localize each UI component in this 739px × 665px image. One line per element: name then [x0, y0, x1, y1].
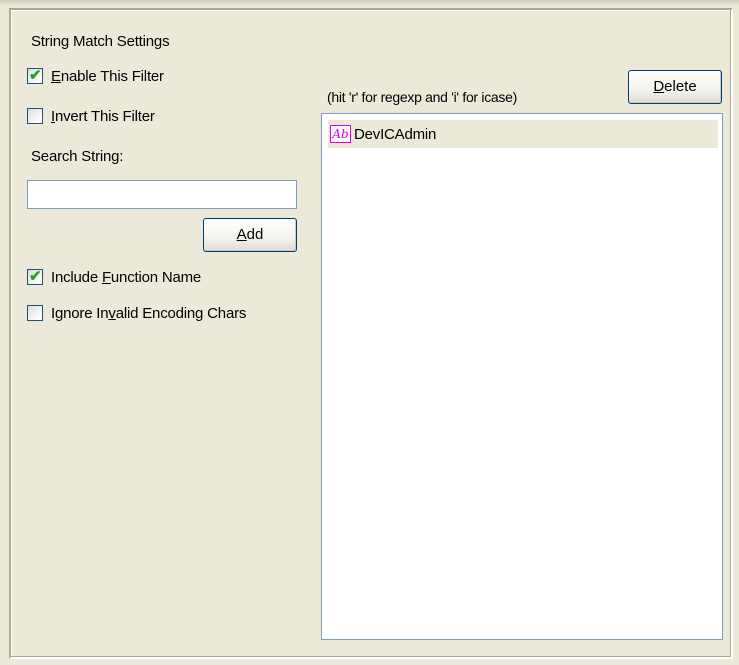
ignore-invalid-encoding-checkbox[interactable]: Ignore Invalid Encoding Chars: [27, 303, 246, 323]
include-function-name-check-box[interactable]: ✔: [27, 268, 43, 285]
group-title: String Match Settings: [31, 33, 170, 50]
list-item[interactable]: Ab DevICAdmin: [328, 120, 718, 148]
enable-filter-checkbox[interactable]: ✔ Enable This Filter: [27, 66, 164, 86]
include-function-name-checkbox[interactable]: ✔ Include Function Name: [27, 267, 201, 287]
enable-filter-label: Enable This Filter: [51, 67, 164, 85]
regexp-icase-hint: (hit 'r' for regexp and 'i' for icase): [327, 89, 517, 105]
list-item-label: DevICAdmin: [354, 125, 437, 143]
include-function-name-label: Include Function Name: [51, 268, 202, 286]
add-button[interactable]: Add: [203, 218, 297, 252]
ignore-invalid-encoding-check-box[interactable]: [27, 305, 43, 321]
check-mark-icon: ✔: [29, 67, 42, 84]
enable-filter-check-box[interactable]: ✔: [27, 67, 43, 84]
search-string-label: Search String:: [31, 148, 124, 165]
search-strings-list[interactable]: Ab DevICAdmin: [321, 113, 723, 640]
top-edge-shadow: [0, 0, 739, 6]
invert-filter-check-box[interactable]: [27, 108, 43, 124]
invert-filter-label: Invert This Filter: [51, 107, 155, 125]
delete-button[interactable]: Delete: [628, 70, 722, 104]
ignore-invalid-encoding-label: Ignore Invalid Encoding Chars: [51, 304, 247, 322]
invert-filter-checkbox[interactable]: Invert This Filter: [27, 106, 155, 126]
ab-text-icon: Ab: [330, 125, 351, 143]
check-mark-icon: ✔: [29, 268, 42, 285]
search-string-input[interactable]: [27, 180, 297, 209]
string-match-settings-panel: String Match Settings ✔ Enable This Filt…: [0, 0, 739, 665]
